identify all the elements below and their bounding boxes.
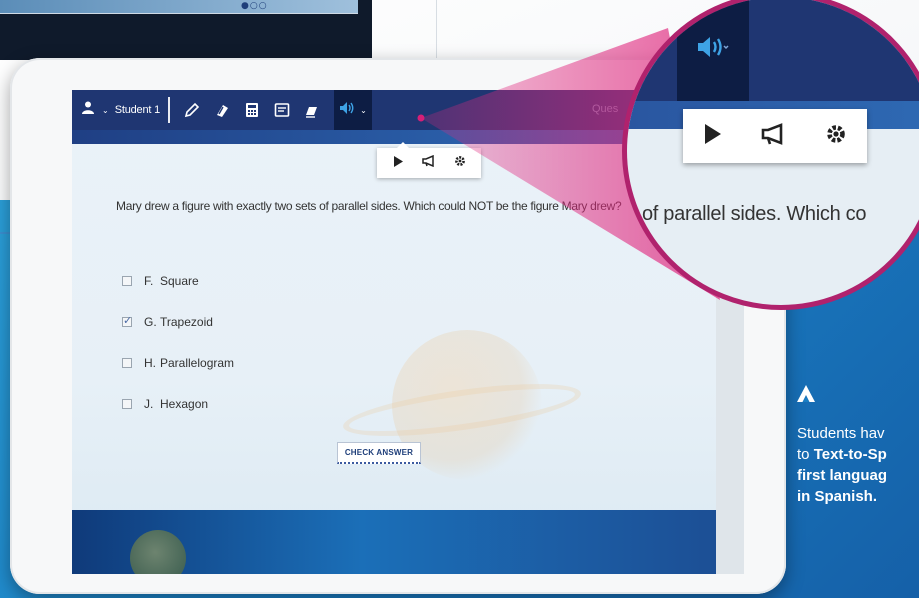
caption-line: to Text-to-Sp bbox=[797, 444, 919, 465]
student-menu[interactable]: ⌄ Student 1 bbox=[72, 90, 160, 130]
option-label: Hexagon bbox=[160, 396, 209, 411]
notepad-icon[interactable] bbox=[270, 90, 294, 130]
divider bbox=[436, 0, 437, 60]
zoom-tts-popover bbox=[683, 109, 867, 163]
caption-line: first languag bbox=[797, 465, 919, 486]
option-checkbox[interactable] bbox=[122, 314, 132, 327]
text-to-speech-button[interactable]: ⌄ bbox=[334, 90, 372, 130]
answer-options: F. Square G. Trapezoid H. Parallelogram … bbox=[122, 260, 234, 424]
caption-text: to bbox=[797, 446, 814, 463]
option-letter: J. bbox=[144, 396, 154, 411]
caption-line: Students hav bbox=[797, 425, 885, 442]
speaker-icon bbox=[696, 35, 730, 64]
caption-bold-text: first languag bbox=[797, 467, 888, 484]
answer-option[interactable]: F. Square bbox=[122, 260, 234, 301]
tablet-screen: ⌄ Student 1 ⌄ Ques Mary drew a figure wi… bbox=[72, 90, 716, 574]
answer-option[interactable]: G. Trapezoid bbox=[122, 301, 234, 342]
zoom-speaker-button bbox=[677, 0, 749, 101]
gear-icon[interactable] bbox=[454, 154, 466, 172]
pencil-icon[interactable] bbox=[180, 90, 204, 130]
app-subbar bbox=[72, 130, 716, 144]
chevron-down-icon: ⌄ bbox=[102, 105, 109, 115]
highlighter-icon[interactable] bbox=[300, 90, 324, 130]
check-answer-button[interactable]: CHECK ANSWER bbox=[337, 442, 421, 464]
option-letter: G. bbox=[144, 314, 157, 329]
question-text: Mary drew a figure with exactly two sets… bbox=[116, 199, 622, 213]
gear-icon bbox=[825, 123, 847, 150]
chevron-down-icon: ⌄ bbox=[360, 105, 367, 115]
previous-slide: ●○○ bbox=[0, 0, 372, 60]
option-checkbox[interactable] bbox=[122, 275, 132, 286]
option-checkbox[interactable] bbox=[122, 398, 132, 409]
caption-bold-text: in Spanish. bbox=[797, 488, 878, 505]
zoom-question-text: s of parallel sides. Which co bbox=[627, 203, 867, 225]
option-letter: H. bbox=[144, 355, 156, 370]
caption-bold-text: Text-to-Sp bbox=[813, 446, 887, 463]
option-label: Trapezoid bbox=[160, 314, 213, 329]
answer-option[interactable]: J. Hexagon bbox=[122, 383, 234, 424]
speaker-icon bbox=[339, 101, 355, 120]
question-label: Ques bbox=[592, 103, 619, 115]
caption-line: in Spanish. bbox=[797, 486, 919, 507]
app-toolbar: ⌄ Student 1 ⌄ Ques bbox=[72, 90, 716, 130]
option-label: Parallelogram bbox=[160, 355, 235, 370]
option-letter: F. bbox=[144, 273, 154, 288]
megaphone-icon bbox=[761, 122, 785, 150]
brand-logo-icon bbox=[797, 385, 815, 407]
carousel-dots[interactable]: ●○○ bbox=[241, 1, 268, 11]
tts-popover bbox=[377, 142, 481, 178]
previous-slide-image: ●○○ bbox=[0, 0, 358, 14]
answer-option[interactable]: H. Parallelogram bbox=[122, 342, 234, 383]
user-icon bbox=[82, 101, 94, 119]
option-label: Square bbox=[160, 273, 199, 288]
toolbar-separator bbox=[168, 97, 170, 123]
play-icon bbox=[703, 123, 721, 149]
eraser-icon[interactable] bbox=[210, 90, 234, 130]
student-name: Student 1 bbox=[114, 104, 160, 116]
zoom-toolbar bbox=[627, 0, 919, 101]
play-icon[interactable] bbox=[393, 154, 403, 172]
megaphone-icon[interactable] bbox=[421, 154, 435, 172]
option-checkbox[interactable] bbox=[122, 357, 132, 368]
feature-caption: Students hav to Text-to-Sp first languag… bbox=[797, 423, 919, 507]
calculator-icon[interactable] bbox=[240, 90, 264, 130]
